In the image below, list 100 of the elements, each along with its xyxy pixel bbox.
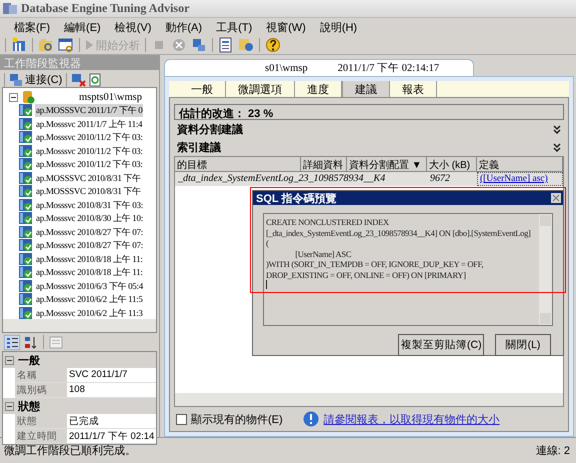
improvement-label: 估計的改進： 23 % bbox=[174, 104, 564, 120]
menu-item[interactable]: 編輯(E) bbox=[64, 20, 101, 34]
session-complete-icon bbox=[19, 266, 33, 280]
session-complete-icon bbox=[19, 252, 33, 266]
session-complete-icon bbox=[19, 131, 33, 144]
session-complete-icon bbox=[19, 239, 33, 252]
session-item[interactable]: ap.Mosssvc 2010/6/2 上午 11:3 bbox=[35, 306, 144, 319]
session-item[interactable]: ap.MOSSSVC 2010/8/31 下午 bbox=[35, 172, 142, 185]
connect-icon[interactable] bbox=[191, 37, 207, 53]
session-item[interactable]: ap.Mosssvc 2010/8/30 上午 10: bbox=[35, 212, 144, 226]
session-complete-icon bbox=[19, 226, 33, 239]
script-line: [UserName] ASC bbox=[294, 248, 352, 259]
connection-count: 連線: 2 bbox=[536, 444, 570, 458]
report-link[interactable]: 請參閱報表，以取得現有物件的大小 bbox=[324, 412, 500, 426]
connect-icon bbox=[9, 72, 23, 86]
session-complete-icon bbox=[19, 280, 33, 293]
window-title: Database Engine Tuning Advisor bbox=[21, 1, 190, 16]
collapse-icon[interactable] bbox=[9, 92, 18, 102]
window-search-icon[interactable] bbox=[58, 37, 74, 53]
session-complete-icon bbox=[19, 144, 33, 158]
column-header[interactable]: 詳細資料 bbox=[301, 157, 347, 172]
section-header: 索引建議 bbox=[177, 140, 221, 154]
property-group: 狀態 bbox=[18, 398, 40, 414]
menu-item[interactable]: 工具(T) bbox=[216, 20, 252, 34]
categorized-icon[interactable] bbox=[4, 334, 20, 350]
horizontal-scrollbar[interactable] bbox=[175, 393, 563, 406]
connect-button[interactable]: 連接(C) bbox=[9, 72, 62, 87]
report-icon[interactable] bbox=[218, 37, 234, 53]
session-item[interactable]: ap.MOSSSVC 2010/8/31 下午 bbox=[35, 185, 142, 198]
app-icon bbox=[3, 2, 17, 15]
session-item[interactable]: ap.MOSSSVC 2011/1/7 下午 0 bbox=[35, 104, 144, 118]
collapse-icon[interactable] bbox=[5, 402, 14, 410]
play-icon bbox=[85, 40, 94, 50]
refresh-icon[interactable] bbox=[89, 72, 102, 86]
session-item[interactable]: ap.Mosssvc 2010/8/27 下午 07: bbox=[35, 226, 144, 239]
help-icon[interactable] bbox=[265, 37, 281, 53]
tab[interactable]: 建議 bbox=[342, 81, 390, 97]
session-item[interactable]: ap.Mosssvc 2010/6/2 上午 11:5 bbox=[35, 293, 144, 306]
definition-link[interactable]: ([UserName] asc) bbox=[477, 172, 563, 186]
session-complete-icon bbox=[19, 172, 33, 185]
server-icon bbox=[22, 90, 35, 104]
dialog-title: SQL 指令碼預覽 bbox=[256, 192, 336, 206]
session-complete-icon bbox=[19, 118, 33, 131]
collapse-icon[interactable] bbox=[5, 356, 14, 364]
script-line: )WITH (SORT_IN_TEMPDB = OFF, IGNORE_DUP_KEY = OFF, bbox=[266, 259, 484, 270]
session-item[interactable]: ap.Mosssvc 2010/11/2 下午 03: bbox=[35, 144, 144, 158]
info-icon bbox=[302, 411, 319, 427]
close-button[interactable]: 關閉(L) bbox=[495, 334, 551, 356]
script-line: CREATE NONCLUSTERED INDEX bbox=[266, 217, 390, 228]
options-icon[interactable] bbox=[238, 37, 254, 53]
column-header[interactable]: 定義 bbox=[477, 157, 563, 172]
session-item[interactable]: ap.Mosssvc 2010/11/2 下午 03: bbox=[35, 131, 144, 144]
session-complete-icon bbox=[19, 185, 33, 198]
close-icon[interactable] bbox=[551, 193, 561, 203]
server-name[interactable]: mspts01\wmsp bbox=[79, 92, 142, 102]
script-text-area[interactable] bbox=[263, 213, 553, 326]
menu-item[interactable]: 檔案(F) bbox=[14, 20, 50, 34]
menu-item[interactable]: 說明(H) bbox=[320, 20, 358, 34]
column-header[interactable]: 資料分割配置 ▼ bbox=[347, 157, 427, 172]
property-name: 狀態 bbox=[15, 414, 67, 429]
open-folder-icon[interactable] bbox=[38, 37, 54, 53]
disconnect-icon[interactable] bbox=[71, 72, 86, 86]
session-complete-icon bbox=[19, 158, 33, 172]
menu-item[interactable]: 動作(A) bbox=[165, 20, 202, 34]
session-item[interactable]: ap.Mosssvc 2010/8/18 上午 11: bbox=[35, 266, 144, 280]
show-existing-checkbox[interactable]: 顯示現有的物件(E) bbox=[176, 412, 283, 426]
property-value: 2011/1/7 下午 02:14 bbox=[67, 429, 156, 444]
property-name: 名稱 bbox=[15, 368, 67, 383]
expand-chevron-icon[interactable] bbox=[553, 124, 561, 134]
menu-item[interactable]: 檢視(V) bbox=[114, 20, 152, 34]
property-value: SVC 2011/1/7 bbox=[67, 368, 156, 383]
session-complete-icon bbox=[19, 293, 33, 306]
script-line: ( bbox=[266, 238, 270, 248]
text-cursor bbox=[266, 280, 267, 289]
column-header[interactable]: 的目標 bbox=[175, 157, 301, 172]
session-item[interactable]: ap.Mosssvc 2011/1/7 上午 11:4 bbox=[35, 118, 144, 131]
menu-item[interactable]: 視窗(W) bbox=[266, 20, 306, 34]
expand-chevron-icon[interactable] bbox=[553, 142, 561, 152]
column-header[interactable]: 大小 (kB) bbox=[427, 157, 477, 172]
session-complete-icon bbox=[19, 104, 33, 118]
sort-alphabetical-icon[interactable] bbox=[23, 334, 39, 350]
session-item[interactable]: ap.Mosssvc 2010/8/27 下午 07: bbox=[35, 239, 144, 252]
session-item[interactable]: ap.Mosssvc 2010/11/2 下午 03: bbox=[35, 158, 144, 172]
session-item[interactable]: ap.Mosssvc 2010/6/3 下午 05:4 bbox=[35, 280, 144, 293]
script-line: [_dta_index_SystemEventLog_23_1098578934__K4] ON [dbo].[SystemEventLog] bbox=[266, 228, 532, 238]
property-name: 識別碼 bbox=[15, 383, 67, 398]
horizontal-scrollbar[interactable] bbox=[3, 319, 156, 332]
table-cell: _dta_index_SystemEventLog_23_1098578934__K4 bbox=[175, 172, 427, 186]
session-complete-icon bbox=[19, 306, 33, 319]
session-title: 2011/1/7 下午 02:14:17 bbox=[338, 62, 440, 75]
new-session-icon[interactable] bbox=[11, 37, 27, 53]
vertical-scrollbar[interactable] bbox=[539, 214, 552, 325]
session-item[interactable]: ap.Mosssvc 2010/8/31 下午 03: bbox=[35, 198, 144, 212]
property-group: 一般 bbox=[18, 352, 40, 368]
session-tab[interactable]: s01\wmsp 2011/1/7 下午 02:14:17 bbox=[164, 59, 474, 76]
table-cell: 9672 bbox=[427, 172, 477, 186]
property-value: 已完成 bbox=[67, 414, 156, 429]
copy-button[interactable]: 複製至剪貼簿(C) bbox=[398, 334, 484, 356]
session-item[interactable]: ap.Mosssvc 2010/8/18 上午 11: bbox=[35, 252, 144, 266]
session-title: s01\wmsp bbox=[265, 62, 308, 74]
